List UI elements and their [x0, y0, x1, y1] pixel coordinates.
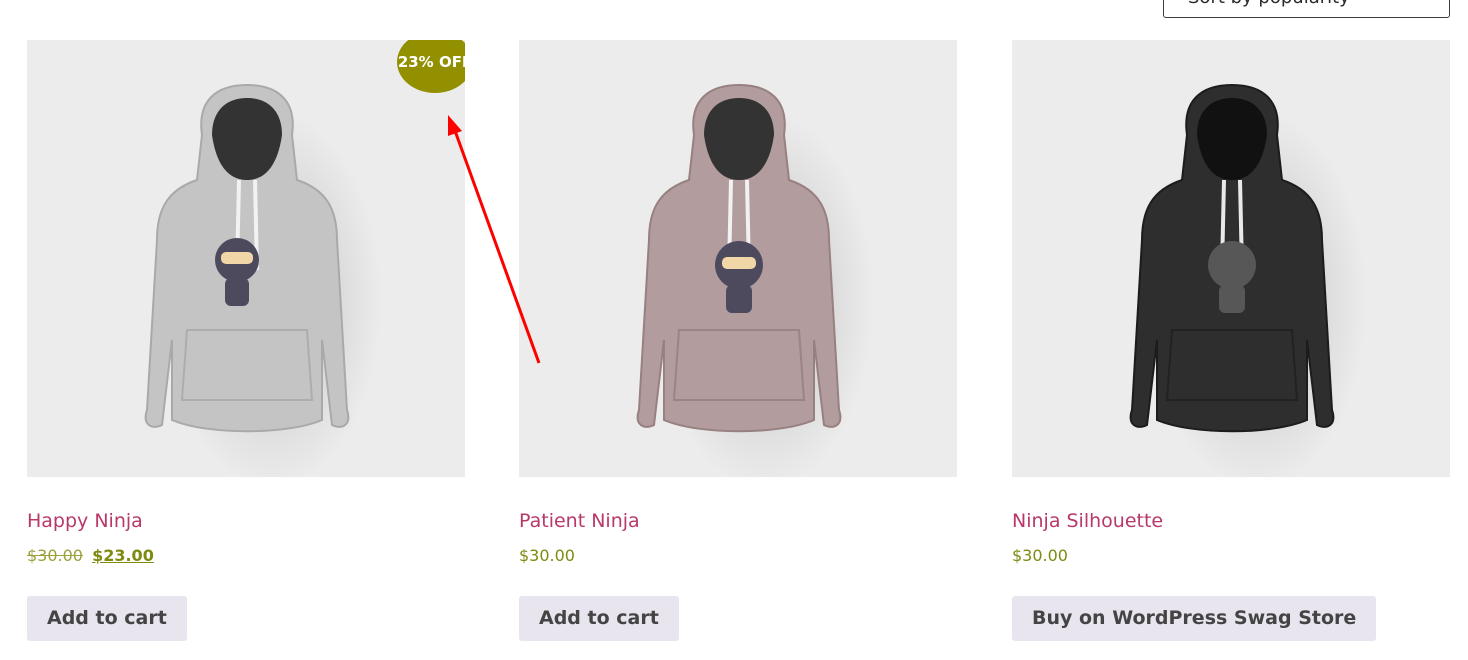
- product-image[interactable]: [1012, 40, 1450, 477]
- shop-page: Sort by popularity 23% OFF: [0, 0, 1468, 660]
- product-price: $30.00: [1012, 546, 1068, 565]
- product-image[interactable]: [519, 40, 957, 477]
- product-price: $30.00 $23.00: [27, 546, 154, 565]
- add-to-cart-button[interactable]: Add to cart: [519, 596, 679, 641]
- sort-select[interactable]: Sort by popularity: [1163, 0, 1450, 18]
- hoodie-image: [636, 83, 874, 477]
- product-image[interactable]: 23% OFF: [27, 40, 465, 477]
- product-title[interactable]: Patient Ninja: [519, 510, 640, 532]
- product-card-patient-ninja: Patient Ninja $30.00 Add to cart: [519, 40, 957, 641]
- product-title[interactable]: Ninja Silhouette: [1012, 510, 1163, 532]
- product-card-happy-ninja: 23% OFF Happy Ninja $30.00 $23.00 Add to…: [27, 40, 465, 641]
- sale-price: $23.00: [92, 546, 154, 565]
- product-card-ninja-silhouette: Ninja Silhouette $30.00 Buy on WordPress…: [1012, 40, 1450, 641]
- regular-price: $30.00: [27, 546, 83, 565]
- hoodie-image: [1129, 83, 1367, 477]
- annotation-arrow-icon: [448, 115, 541, 364]
- buy-on-swag-store-button[interactable]: Buy on WordPress Swag Store: [1012, 596, 1377, 641]
- add-to-cart-button[interactable]: Add to cart: [27, 596, 187, 641]
- product-title[interactable]: Happy Ninja: [27, 510, 143, 532]
- hoodie-image: [144, 83, 382, 477]
- product-price: $30.00: [519, 546, 575, 565]
